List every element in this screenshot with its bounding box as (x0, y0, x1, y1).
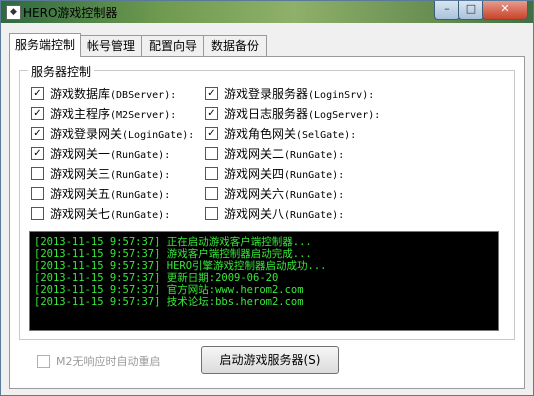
server-name: 游戏主程序 (50, 106, 111, 121)
minimize-button[interactable]: – (434, 1, 460, 20)
log-line: [2013-11-15 9:57:37] 官方网站:www.herom2.com (34, 284, 304, 296)
server-checkbox-label: 游戏网关一(RunGate): (50, 145, 170, 162)
server-checkbox-label: 游戏角色网关(SelGate): (224, 125, 356, 142)
server-checkbox-label: 游戏登录服务器(LoginSrv): (224, 85, 374, 102)
server-checkbox-label: 游戏网关三(RunGate): (50, 165, 170, 182)
server-name: 游戏日志服务器 (224, 106, 309, 121)
server-name: 游戏网关五 (50, 186, 111, 201)
server-name: 游戏角色网关 (224, 126, 297, 141)
server-checkbox[interactable]: ✓ 游戏角色网关(SelGate): (205, 125, 356, 141)
server-code: (DBServer): (110, 89, 177, 101)
log-line: [2013-11-15 9:57:37] 技术论坛:bbs.herom2.com (34, 296, 304, 308)
auto-restart-box (37, 354, 50, 368)
tab-config-wizard[interactable]: 配置向导 (141, 35, 205, 56)
server-code: (RunGate): (284, 169, 345, 181)
server-checkbox-label: 游戏网关八(RunGate): (224, 205, 344, 222)
tab-account-management[interactable]: 帐号管理 (79, 35, 143, 56)
server-checkbox[interactable]: ✓ 游戏数据库(DBServer): (31, 85, 176, 101)
window-title: HERO游戏控制器 (23, 6, 118, 20)
checkbox-checked-icon[interactable]: ✓ (205, 86, 218, 100)
server-checkbox[interactable]: 游戏网关六(RunGate): (205, 185, 344, 201)
server-code: (RunGate): (110, 149, 171, 161)
server-checkbox-label: 游戏网关五(RunGate): (50, 185, 170, 202)
server-checkbox-label: 游戏主程序(M2Server): (50, 105, 176, 122)
server-code: (LoginGate): (122, 129, 195, 141)
server-checkbox[interactable]: 游戏网关八(RunGate): (205, 205, 344, 221)
server-code: (M2Server): (110, 109, 177, 121)
server-checkbox[interactable]: ✓ 游戏登录网关(LoginGate): (31, 125, 194, 141)
server-checkbox-label: 游戏网关二(RunGate): (224, 145, 344, 162)
checkbox-checked-icon[interactable]: ✓ (205, 106, 218, 120)
checkbox-checked-icon[interactable]: ✓ (31, 126, 44, 140)
checkbox-checked-icon[interactable]: ✓ (31, 106, 44, 120)
app-icon: ◆ (6, 5, 21, 20)
server-checkbox[interactable]: 游戏网关三(RunGate): (31, 165, 170, 181)
checkbox-unchecked-icon[interactable] (205, 206, 218, 220)
checkbox-unchecked-icon[interactable] (31, 206, 44, 220)
checkbox-unchecked-icon[interactable] (205, 166, 218, 180)
server-code: (RunGate): (284, 149, 345, 161)
checkbox-unchecked-icon[interactable] (205, 146, 218, 160)
title-bar[interactable]: ◆ HERO游戏控制器 – □ ✕ (1, 1, 533, 23)
checkbox-checked-icon[interactable]: ✓ (205, 126, 218, 140)
log-line: [2013-11-15 9:57:37] HERO引擎游戏控制器启动成功... (34, 260, 327, 272)
main-window: ◆ HERO游戏控制器 – □ ✕ 服务端控制 帐号管理 配置向导 数据备份 服… (0, 0, 534, 396)
server-checkbox[interactable]: ✓ 游戏网关一(RunGate): (31, 145, 170, 161)
server-code: (SelGate): (296, 129, 357, 141)
maximize-button[interactable]: □ (458, 1, 484, 20)
server-checkbox[interactable]: ✓ 游戏登录服务器(LoginSrv): (205, 85, 374, 101)
checkbox-unchecked-icon[interactable] (205, 186, 218, 200)
server-name: 游戏网关二 (224, 146, 285, 161)
server-checkbox-label: 游戏网关七(RunGate): (50, 205, 170, 222)
server-name: 游戏网关七 (50, 206, 111, 221)
server-checkbox-label: 游戏登录网关(LoginGate): (50, 125, 194, 142)
server-name: 游戏网关三 (50, 166, 111, 181)
server-checkbox-label: 游戏网关四(RunGate): (224, 165, 344, 182)
server-name: 游戏数据库 (50, 86, 111, 101)
server-name: 游戏登录网关 (50, 126, 123, 141)
checkbox-checked-icon[interactable]: ✓ (31, 146, 44, 160)
tab-data-backup[interactable]: 数据备份 (203, 35, 267, 56)
server-checkbox-label: 游戏日志服务器(LogServer): (224, 105, 380, 122)
server-checkbox[interactable]: ✓ 游戏主程序(M2Server): (31, 105, 176, 121)
server-code: (RunGate): (110, 209, 171, 221)
server-name: 游戏网关四 (224, 166, 285, 181)
server-name: 游戏网关一 (50, 146, 111, 161)
server-checkbox[interactable]: 游戏网关二(RunGate): (205, 145, 344, 161)
server-code: (LogServer): (308, 109, 381, 121)
server-checkbox-label: 游戏网关六(RunGate): (224, 185, 344, 202)
start-server-button[interactable]: 启动游戏服务器(S) (201, 346, 339, 374)
group-label: 服务器控制 (28, 63, 95, 80)
server-code: (RunGate): (110, 169, 171, 181)
server-checkbox[interactable]: 游戏网关五(RunGate): (31, 185, 170, 201)
server-code: (RunGate): (284, 209, 345, 221)
checkbox-checked-icon[interactable]: ✓ (31, 86, 44, 100)
close-button[interactable]: ✕ (482, 1, 528, 20)
server-checkbox[interactable]: 游戏网关七(RunGate): (31, 205, 170, 221)
checkbox-unchecked-icon[interactable] (31, 186, 44, 200)
auto-restart-checkbox: M2无响应时自动重启 (37, 353, 161, 369)
log-line: [2013-11-15 9:57:37] 更新日期:2009-06-20 (34, 272, 279, 284)
server-checkbox[interactable]: 游戏网关四(RunGate): (205, 165, 344, 181)
server-name: 游戏网关八 (224, 206, 285, 221)
server-checkbox[interactable]: ✓ 游戏日志服务器(LogServer): (205, 105, 380, 121)
log-line: [2013-11-15 9:57:37] 正在启动游戏客户端控制器... (34, 236, 312, 248)
server-checkbox-label: 游戏数据库(DBServer): (50, 85, 176, 102)
auto-restart-label: M2无响应时自动重启 (56, 355, 161, 368)
server-name: 游戏登录服务器 (224, 86, 309, 101)
server-code: (RunGate): (110, 189, 171, 201)
server-name: 游戏网关六 (224, 186, 285, 201)
server-code: (RunGate): (284, 189, 345, 201)
server-code: (LoginSrv): (308, 89, 375, 101)
checkbox-unchecked-icon[interactable] (31, 166, 44, 180)
log-console[interactable]: [2013-11-15 9:57:37] 正在启动游戏客户端控制器... [201… (29, 231, 499, 331)
tab-server-control[interactable]: 服务端控制 (9, 33, 81, 57)
log-line: [2013-11-15 9:57:37] 游戏客户端控制器启动完成... (34, 248, 312, 260)
